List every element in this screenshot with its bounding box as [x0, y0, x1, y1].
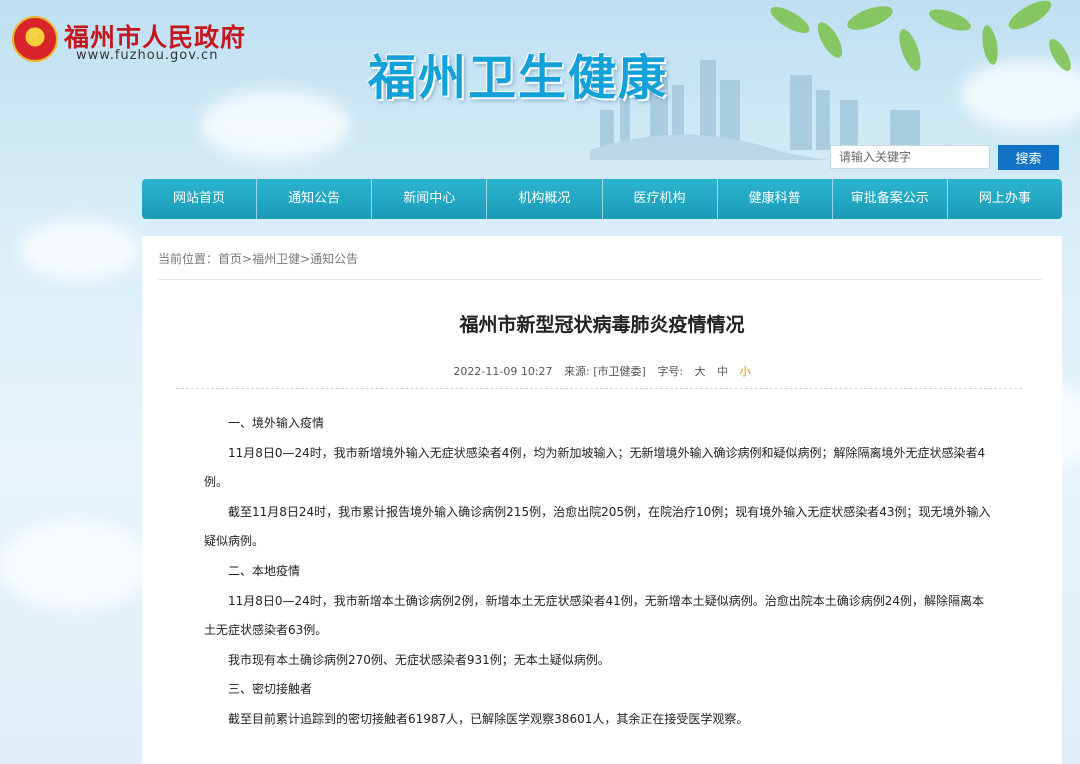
- article-paragraph: 11月8日0—24时，我市新增境外输入无症状感染者4例，均为新加坡输入；无新增境…: [204, 445, 986, 490]
- breadcrumb-separator: >: [300, 252, 311, 266]
- search-button[interactable]: 搜索: [998, 145, 1059, 170]
- article-title: 福州市新型冠状病毒肺炎疫情情况: [459, 314, 745, 336]
- article-source: 来源: [市卫健委]: [564, 365, 646, 378]
- content-panel: 当前位置：首页>福州卫健>通知公告 福州市新型冠状病毒肺炎疫情情况 2022-1…: [142, 236, 1062, 764]
- nav-item-online-services[interactable]: 网上办事: [948, 179, 1062, 219]
- nav-item-medical-institutions[interactable]: 医疗机构: [603, 179, 718, 219]
- font-size-small-button[interactable]: 小: [740, 365, 751, 378]
- main-nav: 网站首页 通知公告 新闻中心 机构概况 医疗机构 健康科普 审批备案公示 网上办…: [142, 179, 1062, 219]
- article-paragraph: 截至目前累计追踪到的密切接触者61987人，已解除医学观察38601人，其余正在…: [228, 711, 749, 726]
- breadcrumb: 当前位置：首页>福州卫健>通知公告: [158, 250, 358, 267]
- article-meta: 2022-11-09 10:27 来源: [市卫健委] 字号: 大 中 小: [142, 363, 1062, 379]
- nav-item-notices[interactable]: 通知公告: [257, 179, 373, 219]
- national-emblem-icon: ★: [12, 16, 58, 62]
- site-title: 福州卫生健康: [368, 50, 669, 106]
- gov-url[interactable]: www.fuzhou.gov.cn: [76, 48, 218, 63]
- cloud-decoration: [0, 520, 150, 610]
- cloud-decoration: [20, 220, 140, 280]
- nav-item-home[interactable]: 网站首页: [142, 179, 258, 219]
- search-input[interactable]: 请输入关键字: [830, 145, 990, 169]
- font-size-medium-button[interactable]: 中: [717, 365, 728, 378]
- font-size-label: 字号:: [657, 365, 684, 378]
- article-date: 2022-11-09 10:27: [453, 365, 553, 378]
- font-size-large-button[interactable]: 大: [695, 365, 706, 378]
- nav-item-organization[interactable]: 机构概况: [487, 179, 603, 219]
- article-paragraph: 我市现有本土确诊病例270例、无症状感染者931例；无本土疑似病例。: [228, 652, 610, 667]
- section-heading: 一、境外输入疫情: [228, 416, 325, 430]
- nav-item-health-education[interactable]: 健康科普: [718, 179, 833, 219]
- article-body: 一、境外输入疫情 11月8日0—24时，我市新增境外输入无症状感染者4例，均为新…: [204, 409, 994, 735]
- nav-item-approval-publicity[interactable]: 审批备案公示: [833, 179, 948, 219]
- section-heading: 二、本地疫情: [228, 563, 301, 578]
- section-heading: 三、密切接触者: [228, 682, 313, 697]
- article-paragraph: 截至11月8日24时，我市累计报告境外输入确诊病例215例，治愈出院205例，在…: [204, 504, 991, 549]
- breadcrumb-separator: >: [242, 252, 253, 266]
- site-header: ★ 福州市人民政府 www.fuzhou.gov.cn 福州卫生健康 请输入关键…: [0, 0, 1080, 180]
- breadcrumb-current-link[interactable]: 通知公告: [310, 252, 358, 266]
- nav-item-news[interactable]: 新闻中心: [372, 179, 488, 219]
- leaves-decoration-icon: [770, 0, 1071, 71]
- article-paragraph: 11月8日0—24时，我市新增本土确诊病例2例，新增本土无症状感染者41例，无新…: [204, 593, 984, 638]
- dashed-divider: [176, 388, 1022, 389]
- breadcrumb-prefix: 当前位置：: [158, 252, 219, 266]
- breadcrumb-section-link[interactable]: 福州卫健: [252, 252, 300, 266]
- divider: [158, 279, 1042, 280]
- breadcrumb-home-link[interactable]: 首页: [218, 252, 242, 266]
